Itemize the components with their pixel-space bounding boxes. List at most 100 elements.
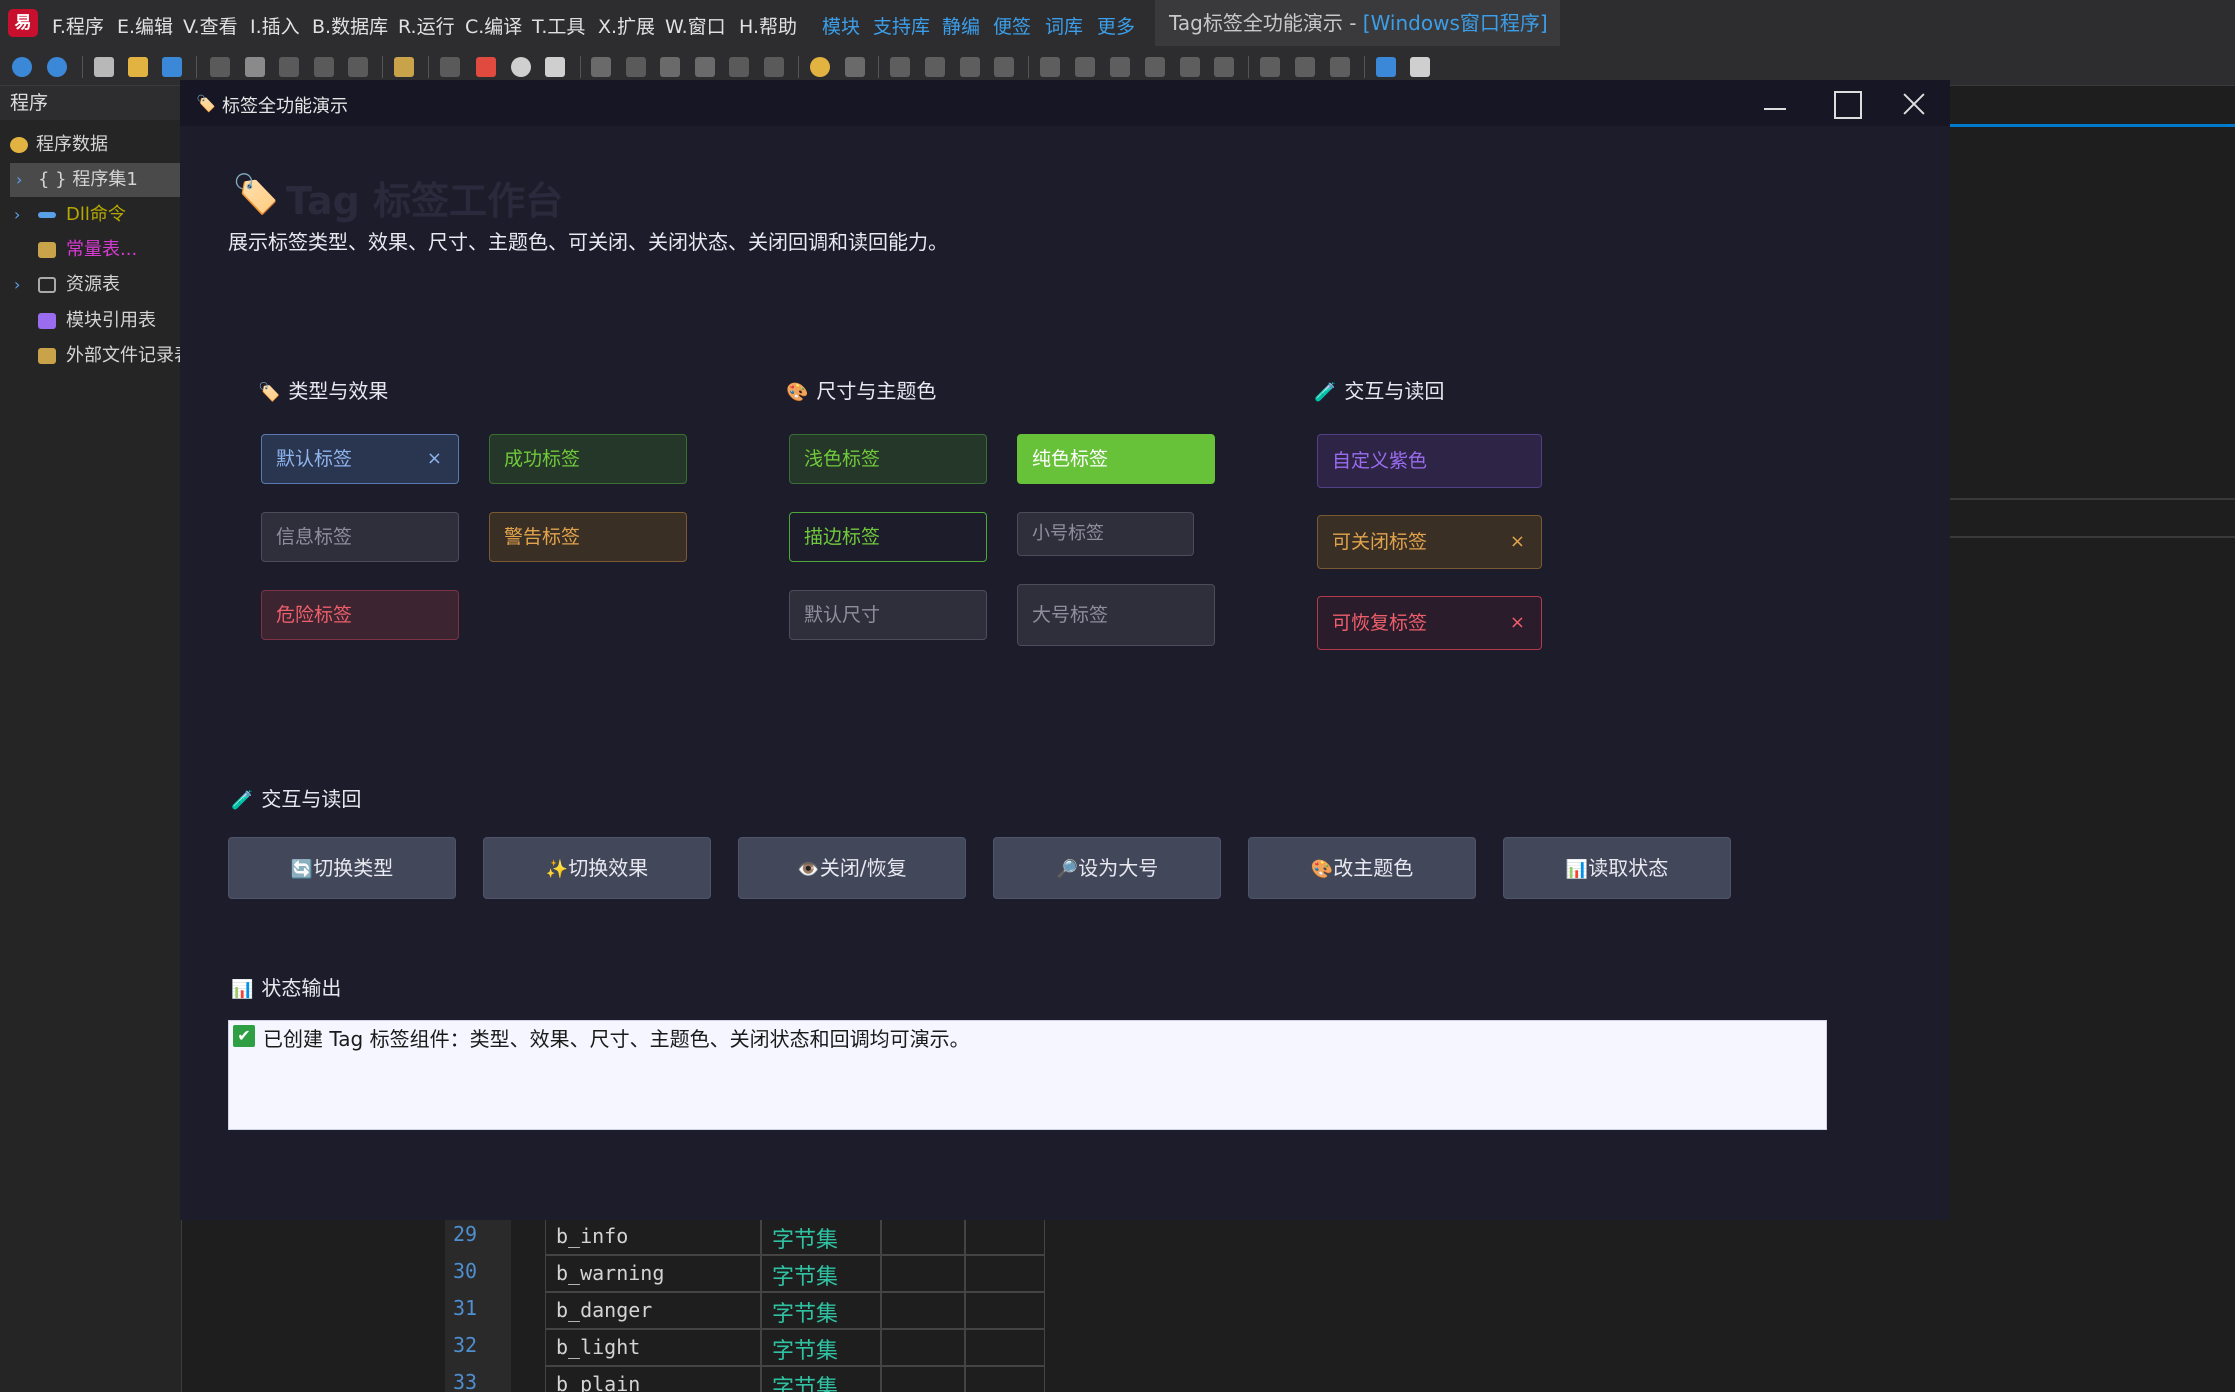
- table-cell[interactable]: [881, 1218, 965, 1255]
- variable-type[interactable]: 字节集: [761, 1366, 881, 1392]
- change-theme-button[interactable]: 🎨改主题色: [1248, 837, 1476, 899]
- menu-edit[interactable]: E.编辑: [117, 12, 173, 39]
- variable-name[interactable]: b_light: [545, 1329, 761, 1366]
- menu-insert[interactable]: I.插入: [250, 12, 300, 39]
- cursor-icon[interactable]: [845, 57, 865, 77]
- tag-large[interactable]: 大号标签: [1017, 584, 1215, 646]
- restart-icon[interactable]: [511, 57, 531, 77]
- tag-default[interactable]: 默认标签 ×: [261, 434, 459, 484]
- menu-window[interactable]: W.窗口: [665, 12, 726, 39]
- paste-icon[interactable]: [279, 57, 299, 77]
- align-left-icon[interactable]: [890, 57, 910, 77]
- align-right-icon[interactable]: [925, 57, 945, 77]
- tag-dark[interactable]: 纯色标签: [1017, 434, 1215, 484]
- breakpoint-icon[interactable]: [764, 57, 784, 77]
- chevron-right-icon[interactable]: ›: [14, 268, 20, 302]
- link-more[interactable]: 更多: [1097, 12, 1135, 39]
- tag-small[interactable]: 小号标签: [1017, 512, 1194, 556]
- stop-icon[interactable]: [476, 57, 496, 77]
- link-dictionary[interactable]: 词库: [1045, 12, 1083, 39]
- step-icon[interactable]: [695, 57, 715, 77]
- open-folder-icon[interactable]: [128, 57, 148, 77]
- tag-light[interactable]: 浅色标签: [789, 434, 987, 484]
- menu-database[interactable]: B.数据库: [312, 12, 388, 39]
- link-static[interactable]: 静编: [942, 12, 980, 39]
- tree-item-assembly[interactable]: › { } 程序集1: [10, 163, 182, 197]
- variable-type[interactable]: 字节集: [761, 1255, 881, 1292]
- continue-icon[interactable]: [729, 57, 749, 77]
- space-v-icon[interactable]: [1145, 57, 1165, 77]
- chevron-right-icon[interactable]: ›: [16, 163, 22, 197]
- tools-icon[interactable]: [1410, 57, 1430, 77]
- table-row[interactable]: 29 b_info 字节集: [445, 1218, 1045, 1255]
- table-cell[interactable]: [881, 1292, 965, 1329]
- tag-custom-purple[interactable]: 自定义紫色: [1317, 434, 1542, 488]
- variable-name[interactable]: b_danger: [545, 1292, 761, 1329]
- redo-icon[interactable]: [314, 57, 334, 77]
- link-module[interactable]: 模块: [822, 12, 860, 39]
- link-support-lib[interactable]: 支持库: [873, 12, 930, 39]
- variable-type[interactable]: 字节集: [761, 1292, 881, 1329]
- menu-run[interactable]: R.运行: [398, 12, 455, 39]
- tag-closable[interactable]: 可关闭标签 ×: [1317, 515, 1542, 569]
- table-cell[interactable]: [965, 1255, 1045, 1292]
- tree-item-external-files[interactable]: 外部文件记录表: [0, 339, 182, 373]
- close-icon[interactable]: ×: [1510, 597, 1525, 649]
- menu-extend[interactable]: X.扩展: [598, 12, 655, 39]
- status-output[interactable]: ✔ 已创建 Tag 标签组件：类型、效果、尺寸、主题色、关闭状态和回调均可演示。: [228, 1020, 1827, 1130]
- forward-icon[interactable]: [47, 57, 67, 77]
- toggle-type-button[interactable]: 🔄切换类型: [228, 837, 456, 899]
- tree-item-program-data[interactable]: 程序数据: [0, 128, 182, 162]
- run-icon[interactable]: [440, 57, 460, 77]
- table-cell[interactable]: [965, 1218, 1045, 1255]
- tree-item-module-refs[interactable]: 模块引用表: [0, 304, 182, 338]
- menu-program[interactable]: F.程序: [52, 12, 104, 39]
- table-cell[interactable]: [881, 1255, 965, 1292]
- table-row[interactable]: 33 b_plain 字节集: [445, 1366, 1045, 1392]
- variable-name[interactable]: b_info: [545, 1218, 761, 1255]
- tree-item-dll[interactable]: › Dll命令: [0, 198, 182, 232]
- tag-danger[interactable]: 危险标签: [261, 590, 459, 640]
- magic-wand-icon[interactable]: [1376, 57, 1396, 77]
- tag-warning[interactable]: 警告标签: [489, 512, 687, 562]
- tag-success[interactable]: 成功标签: [489, 434, 687, 484]
- close-icon[interactable]: ×: [427, 435, 442, 483]
- table-cell[interactable]: [881, 1366, 965, 1392]
- tag-plain[interactable]: 描边标签: [789, 512, 987, 562]
- chevron-right-icon[interactable]: ›: [14, 198, 20, 232]
- tag-info[interactable]: 信息标签: [261, 512, 459, 562]
- close-icon[interactable]: ×: [1510, 516, 1525, 568]
- set-large-button[interactable]: 🔎设为大号: [993, 837, 1221, 899]
- same-width-icon[interactable]: [1260, 57, 1280, 77]
- toggle-effect-button[interactable]: ✨切换效果: [483, 837, 711, 899]
- menu-help[interactable]: H.帮助: [739, 12, 797, 39]
- table-cell[interactable]: [965, 1329, 1045, 1366]
- new-file-icon[interactable]: [94, 57, 114, 77]
- menu-view[interactable]: V.查看: [183, 12, 238, 39]
- undo-icon[interactable]: [348, 57, 368, 77]
- tree-item-constants[interactable]: 常量表...: [0, 233, 182, 267]
- maximize-button[interactable]: [1810, 80, 1878, 126]
- variable-type[interactable]: 字节集: [761, 1218, 881, 1255]
- build-icon[interactable]: [545, 57, 565, 77]
- close-restore-button[interactable]: 👁️关闭/恢复: [738, 837, 966, 899]
- window-titlebar[interactable]: 🏷️ 标签全功能演示: [180, 80, 1950, 126]
- variable-name[interactable]: b_plain: [545, 1366, 761, 1392]
- same-size-icon[interactable]: [1330, 57, 1350, 77]
- minimize-button[interactable]: [1740, 80, 1808, 126]
- table-row[interactable]: 31 b_danger 字节集: [445, 1292, 1045, 1329]
- copy-icon[interactable]: [245, 57, 265, 77]
- tag-restorable[interactable]: 可恢复标签 ×: [1317, 596, 1542, 650]
- distribute-h-icon[interactable]: [1180, 57, 1200, 77]
- table-cell[interactable]: [881, 1329, 965, 1366]
- tag-default-size[interactable]: 默认尺寸: [789, 590, 987, 640]
- center-v-icon[interactable]: [1075, 57, 1095, 77]
- table-row[interactable]: 30 b_warning 字节集: [445, 1255, 1045, 1292]
- table-cell[interactable]: [965, 1292, 1045, 1329]
- table-row[interactable]: 32 b_light 字节集: [445, 1329, 1045, 1366]
- variable-type[interactable]: 字节集: [761, 1329, 881, 1366]
- read-state-button[interactable]: 📊读取状态: [1503, 837, 1731, 899]
- step-into-icon[interactable]: [626, 57, 646, 77]
- align-bottom-icon[interactable]: [994, 57, 1014, 77]
- link-notes[interactable]: 便签: [993, 12, 1031, 39]
